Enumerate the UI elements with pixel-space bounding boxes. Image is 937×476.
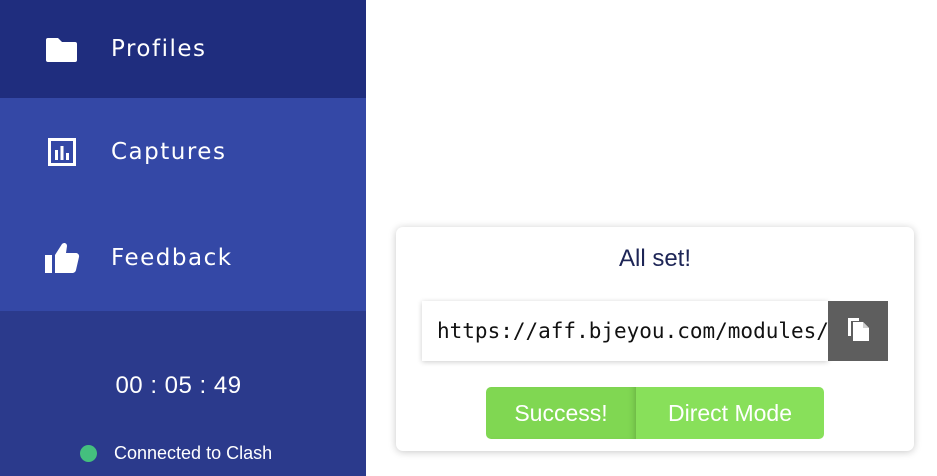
connection-status-text: Connected to Clash <box>114 442 273 463</box>
folder-icon <box>44 31 80 67</box>
subscription-card: All set! Success! Direct Mode <box>396 227 914 451</box>
copy-button[interactable] <box>828 301 888 361</box>
thumbs-up-icon <box>44 240 80 276</box>
sidebar: Profiles Captures Feedback 00 : 05 : 49 … <box>0 0 366 476</box>
success-button[interactable]: Success! <box>486 387 636 439</box>
sidebar-item-label: Captures <box>111 138 227 165</box>
status-dot-icon <box>80 444 97 462</box>
sidebar-item-profiles[interactable]: Profiles <box>0 0 366 98</box>
chart-box-icon <box>44 134 80 170</box>
sidebar-item-label: Feedback <box>111 245 233 271</box>
direct-mode-button[interactable]: Direct Mode <box>636 387 824 439</box>
sidebar-item-captures[interactable]: Captures <box>0 98 366 205</box>
sidebar-item-feedback[interactable]: Feedback <box>0 205 366 311</box>
subscription-url-input[interactable] <box>422 301 828 361</box>
status-button-group: Success! Direct Mode <box>486 387 824 439</box>
copy-icon <box>845 315 871 348</box>
url-field-container <box>422 301 828 361</box>
connection-status: Connected to Clash <box>80 440 272 466</box>
session-timer: 00 : 05 : 49 <box>115 372 242 399</box>
sidebar-item-label: Profiles <box>111 36 207 62</box>
card-title: All set! <box>618 245 692 272</box>
